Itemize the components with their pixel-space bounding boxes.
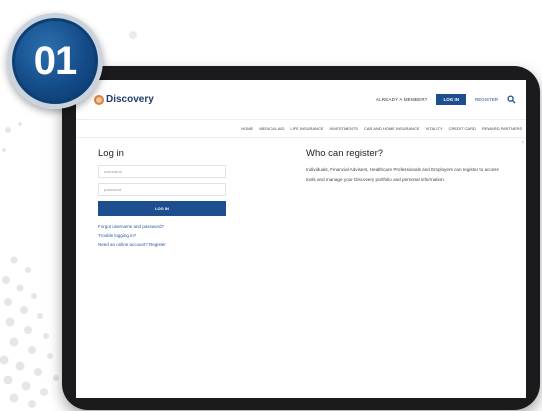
trouble-logging-in-link[interactable]: Trouble logging in? (98, 233, 226, 238)
search-icon[interactable] (507, 95, 516, 104)
decorative-dot (129, 31, 137, 39)
username-input[interactable]: username (98, 165, 226, 178)
register-description: Individuals, Financial Advisers, Healthc… (306, 167, 499, 182)
nav-item-home[interactable]: HOME (241, 126, 253, 131)
main-nav: HOME MEDICAL AID LIFE INSURANCE INVESTME… (76, 120, 526, 138)
step-badge: 01 (7, 13, 103, 109)
header-login-button[interactable]: LOG IN (436, 94, 466, 105)
nav-item-car-and-home-insurance[interactable]: CAR AND HOME INSURANCE (364, 126, 420, 131)
already-member-label: ALREADY A MEMBER? (375, 97, 428, 102)
nav-item-life-insurance[interactable]: LIFE INSURANCE (290, 126, 323, 131)
nav-item-medical-aid[interactable]: MEDICAL AID (259, 126, 284, 131)
header-register-link[interactable]: REGISTER (475, 97, 498, 102)
brand-name: Discovery (106, 94, 154, 105)
header-actions: ALREADY A MEMBER? LOG IN REGISTER (376, 94, 516, 105)
nav-item-credit-card[interactable]: CREDIT CARD (449, 126, 476, 131)
discovery-logo-icon (94, 94, 104, 105)
login-form: Log in username password LOG IN Forgot u… (98, 148, 226, 251)
step-number: 01 (33, 38, 77, 83)
nav-item-investments[interactable]: INVESTMENTS (330, 126, 358, 131)
register-account-link[interactable]: Need an online account? Register (98, 242, 226, 247)
login-submit-button[interactable]: LOG IN (98, 201, 226, 216)
tablet-frame: Discovery ALREADY A MEMBER? LOG IN REGIS… (62, 66, 540, 410)
register-info: Who can register? Individuals, Financial… (306, 148, 501, 185)
login-title: Log in (98, 148, 124, 159)
nav-item-reward-partners[interactable]: REWARD PARTNERS (482, 126, 522, 131)
forgot-credentials-link[interactable]: Forgot username and password? (98, 224, 226, 229)
nav-item-vitality[interactable]: VITALITY (426, 126, 443, 131)
close-icon: × (521, 140, 524, 146)
tablet-screen: Discovery ALREADY A MEMBER? LOG IN REGIS… (76, 80, 526, 398)
brand-logo[interactable]: Discovery (94, 94, 154, 105)
register-title: Who can register? (306, 148, 384, 159)
site-header: Discovery ALREADY A MEMBER? LOG IN REGIS… (76, 80, 526, 120)
password-input[interactable]: password (98, 183, 226, 196)
